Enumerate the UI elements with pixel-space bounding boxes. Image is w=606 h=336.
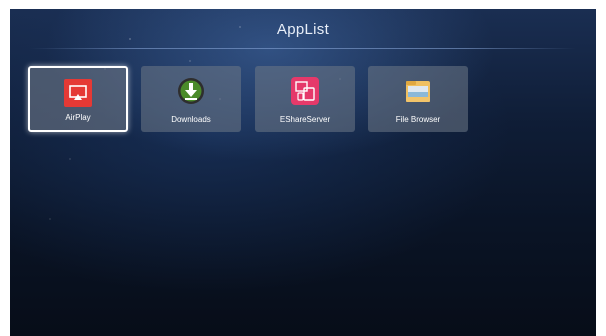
app-list-screen: AppList AirPlay Downloads EShareServer F…: [10, 9, 596, 336]
eshare-icon: [291, 77, 319, 105]
page-title: AppList: [276, 21, 330, 38]
title-divider: [30, 48, 576, 49]
app-tile-airplay[interactable]: AirPlay: [28, 66, 128, 132]
app-tile-file-browser[interactable]: File Browser: [368, 66, 468, 132]
download-icon: [178, 78, 204, 104]
background-stars: [10, 9, 596, 336]
app-label: AirPlay: [65, 113, 91, 122]
app-tile-eshareserver[interactable]: EShareServer: [255, 66, 355, 132]
app-label: File Browser: [395, 115, 441, 124]
app-tile-downloads[interactable]: Downloads: [141, 66, 241, 132]
app-label: Downloads: [171, 115, 211, 124]
app-label: EShareServer: [279, 115, 331, 124]
folder-icon: [406, 81, 430, 102]
airplay-icon: [64, 79, 92, 107]
